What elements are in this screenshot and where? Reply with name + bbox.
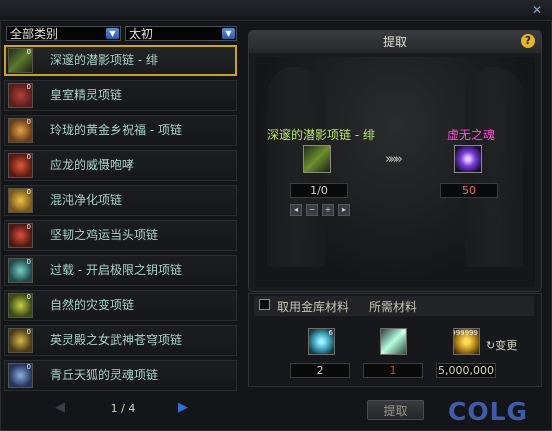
use-gold-checkbox[interactable] (259, 299, 270, 310)
crystal-card-icon: 0 (380, 328, 407, 355)
list-item-label: 混沌净化项链 (50, 193, 123, 207)
arrow-right-icon: »»» (385, 152, 403, 167)
necklace-icon: 0 (8, 223, 33, 248)
list-item[interactable]: 0 自然的灾变项链 (4, 290, 237, 321)
list-item-label: 过载 - 开启极限之钥项链 (50, 263, 182, 277)
necklace-icon: 0 (8, 118, 33, 143)
list-item[interactable]: 0 皇室精灵项链 (4, 80, 237, 111)
list-item[interactable]: 0 玲珑的黄金乡祝福 - 项链 (4, 115, 237, 146)
gold-coins-icon: 9999999 (453, 328, 480, 355)
target-item-name: 虚无之魂 (447, 128, 496, 142)
list-item-label: 深邃的潜影项链 - 绯 (50, 53, 158, 67)
necklace-icon: 0 (8, 48, 33, 73)
increase-button[interactable]: + (322, 204, 334, 216)
grade-value: 太初 (129, 27, 154, 41)
list-item-label: 坚韧之鸡运当头项链 (50, 228, 159, 242)
material-count: 1 (363, 363, 423, 378)
decrease-max-button[interactable]: ◂ (290, 204, 302, 216)
list-item-label: 英灵殿之女武神苍穹项链 (50, 333, 183, 347)
list-item[interactable]: 0 青丘天狐的灵魂项链 (4, 360, 237, 391)
necklace-icon: 0 (8, 328, 33, 353)
necklace-icon: 0 (8, 258, 33, 283)
window-titlebar: ✕ (0, 0, 552, 21)
help-icon[interactable]: ? (521, 34, 535, 48)
list-item[interactable]: 0 深邃的潜影项链 - 绯 (4, 45, 237, 76)
page-indicator: 1 / 4 (110, 402, 136, 415)
necklace-icon: 0 (8, 363, 33, 388)
increase-max-button[interactable]: ▸ (338, 204, 350, 216)
material-count: 5,000,000 (436, 363, 496, 378)
item-list: 0 深邃的潜影项链 - 绯 0 皇室精灵项链 0 玲珑的黄金乡祝福 - 项链 0… (4, 45, 237, 395)
necklace-icon: 0 (8, 83, 33, 108)
list-item-label: 青丘天狐的灵魂项链 (50, 368, 159, 382)
necklace-icon: 0 (8, 293, 33, 318)
use-gold-label: 取用金库材料 (277, 300, 350, 314)
list-item[interactable]: 0 混沌净化项链 (4, 185, 237, 216)
list-item[interactable]: 0 英灵殿之女武神苍穹项链 (4, 325, 237, 356)
target-count: 50 (440, 183, 498, 198)
next-page-icon[interactable]: ▶ (178, 400, 188, 415)
category-value: 全部类别 (10, 27, 59, 41)
list-item[interactable]: 0 过载 - 开启极限之钥项链 (4, 255, 237, 286)
list-item-label: 皇室精灵项链 (50, 88, 123, 102)
necklace-icon: 0 (8, 153, 33, 178)
background-scene (255, 57, 535, 287)
chevron-down-icon[interactable]: ▼ (222, 28, 235, 39)
category-dropdown[interactable]: 全部类别 ▼ (6, 26, 121, 41)
gem-orb-icon: 6 (308, 328, 335, 355)
extract-button[interactable]: 提取 (367, 400, 424, 420)
necklace-icon: 0 (8, 188, 33, 213)
grade-dropdown[interactable]: 太初 ▼ (125, 26, 237, 41)
prev-page-icon[interactable]: ◀ (55, 400, 65, 415)
list-item[interactable]: 0 应龙的威慑咆哮 (4, 150, 237, 181)
trade-label[interactable]: ↻变更 (486, 337, 517, 353)
pagination: ◀ 1 / 4 ▶ (50, 398, 200, 418)
required-materials-label: 所需材料 (369, 300, 418, 314)
close-icon[interactable]: ✕ (530, 3, 544, 17)
list-item-label: 自然的灾变项链 (50, 298, 135, 312)
chevron-down-icon[interactable]: ▼ (106, 28, 119, 39)
soul-orb-icon (454, 145, 482, 173)
list-item[interactable]: 0 坚韧之鸡运当头项链 (4, 220, 237, 251)
decrease-button[interactable]: − (306, 204, 318, 216)
source-count: 1/0 (290, 183, 348, 198)
material-count: 2 (290, 363, 350, 378)
list-item-label: 应龙的威慑咆哮 (50, 158, 135, 172)
panel-title: 提取 (249, 31, 541, 53)
list-item-label: 玲珑的黄金乡祝福 - 项链 (50, 123, 182, 137)
source-item-name: 深邃的潜影项链 - 绯 (267, 128, 375, 142)
watermark: COLG (448, 397, 529, 426)
necklace-icon[interactable] (303, 145, 331, 173)
